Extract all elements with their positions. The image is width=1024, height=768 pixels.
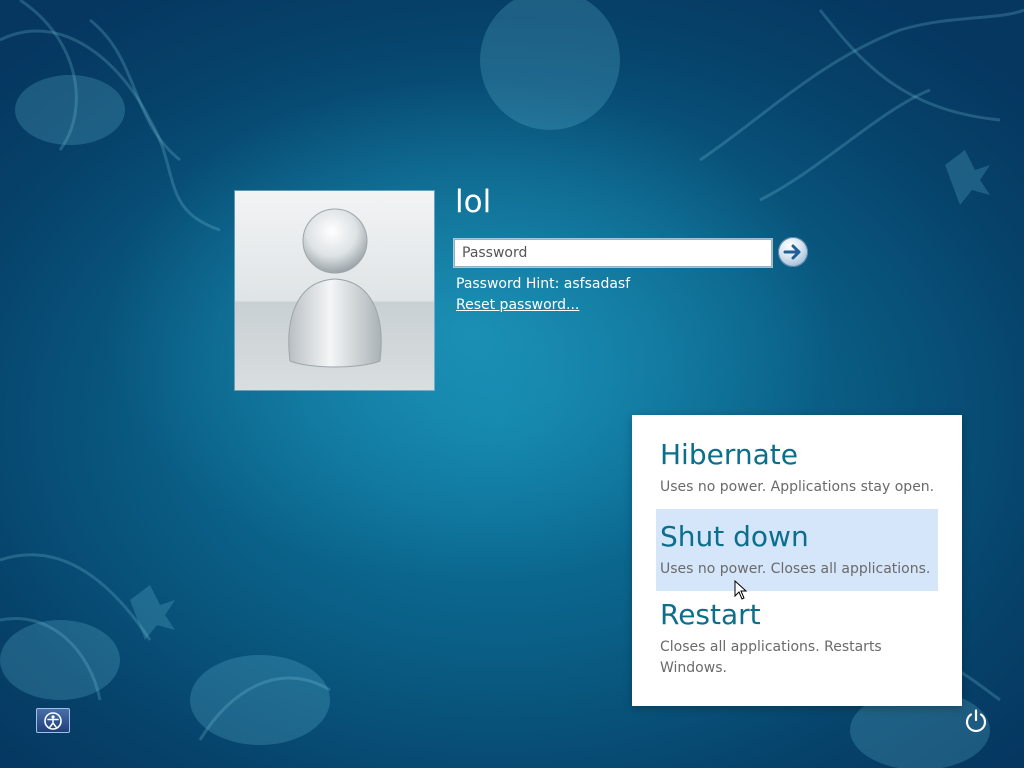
- username-label: lol: [455, 184, 492, 220]
- power-button[interactable]: [962, 707, 990, 735]
- power-icon: [965, 709, 987, 733]
- user-avatar: [235, 191, 434, 390]
- password-hint: Password Hint: asfsadasf: [456, 276, 631, 292]
- mouse-cursor-icon: [734, 580, 748, 600]
- shut-down-option[interactable]: Shut down Uses no power. Closes all appl…: [656, 509, 938, 591]
- submit-button[interactable]: [778, 237, 808, 267]
- power-option-description: Closes all applications. Restarts Window…: [660, 639, 882, 676]
- password-input[interactable]: [455, 240, 762, 266]
- power-option-description: Uses no power. Closes all applications.: [660, 561, 931, 577]
- arrow-right-icon: [783, 244, 801, 260]
- power-option-label: Restart: [660, 598, 761, 631]
- restart-option[interactable]: Restart Closes all applications. Restart…: [656, 597, 938, 697]
- reset-password-link[interactable]: Reset password...: [456, 296, 579, 314]
- ease-of-access-button[interactable]: [36, 708, 70, 733]
- power-option-description: Uses no power. Applications stay open.: [660, 479, 935, 495]
- power-option-label: Shut down: [660, 520, 809, 553]
- password-field[interactable]: [454, 239, 772, 267]
- ease-of-access-icon: [44, 712, 62, 730]
- hibernate-option[interactable]: Hibernate Uses no power. Applications st…: [656, 437, 938, 511]
- power-options-menu: Hibernate Uses no power. Applications st…: [632, 415, 962, 706]
- power-option-label: Hibernate: [660, 438, 798, 471]
- default-user-silhouette-icon: [288, 208, 382, 368]
